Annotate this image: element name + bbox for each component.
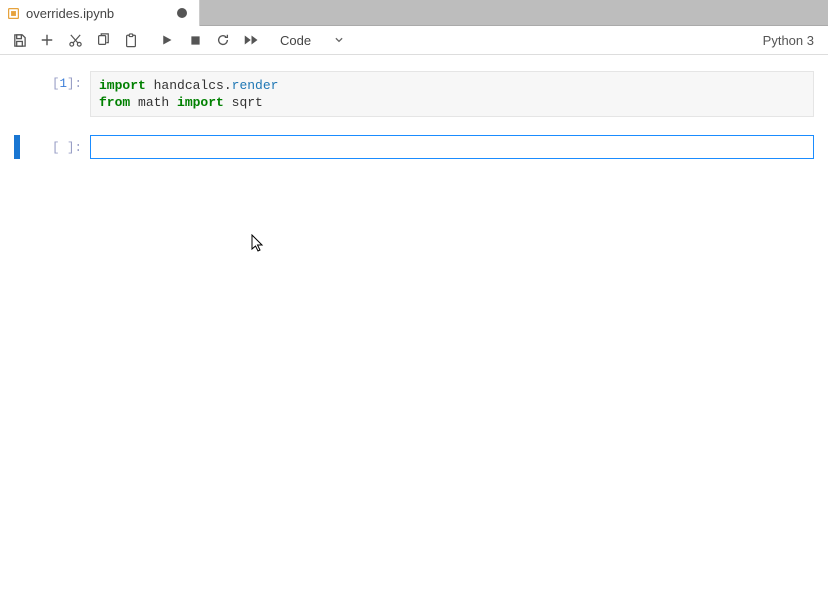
restart-button[interactable] xyxy=(210,27,236,53)
kernel-name[interactable]: Python 3 xyxy=(763,33,822,48)
mouse-cursor-icon xyxy=(251,234,265,257)
copy-button[interactable] xyxy=(90,27,116,53)
unsaved-indicator-icon xyxy=(177,8,187,18)
cell-type-label: Code xyxy=(280,33,311,48)
code-editor[interactable]: import handcalcs.renderfrom math import … xyxy=(90,71,814,117)
interrupt-button[interactable] xyxy=(182,27,208,53)
cell-input[interactable]: import handcalcs.renderfrom math import … xyxy=(90,71,814,117)
cell-prompt: [ ]: xyxy=(20,135,90,155)
save-button[interactable] xyxy=(6,27,32,53)
cell-input[interactable] xyxy=(90,135,814,159)
code-editor[interactable] xyxy=(90,135,814,159)
notebook-tab[interactable]: overrides.ipynb xyxy=(0,0,200,26)
notebook-body: [1]: import handcalcs.renderfrom math im… xyxy=(0,55,828,159)
tab-title: overrides.ipynb xyxy=(26,6,163,21)
cut-button[interactable] xyxy=(62,27,88,53)
code-cell[interactable]: [ ]: xyxy=(14,135,814,159)
tab-bar: overrides.ipynb xyxy=(0,0,828,26)
paste-button[interactable] xyxy=(118,27,144,53)
insert-cell-button[interactable] xyxy=(34,27,60,53)
cell-type-select[interactable]: Code xyxy=(272,28,350,52)
chevron-down-icon xyxy=(334,33,344,48)
restart-run-all-button[interactable] xyxy=(238,27,264,53)
toolbar: Code Python 3 xyxy=(0,26,828,55)
cell-prompt: [1]: xyxy=(20,71,90,91)
notebook-file-icon xyxy=(6,6,20,20)
run-button[interactable] xyxy=(154,27,180,53)
code-cell[interactable]: [1]: import handcalcs.renderfrom math im… xyxy=(14,71,814,117)
